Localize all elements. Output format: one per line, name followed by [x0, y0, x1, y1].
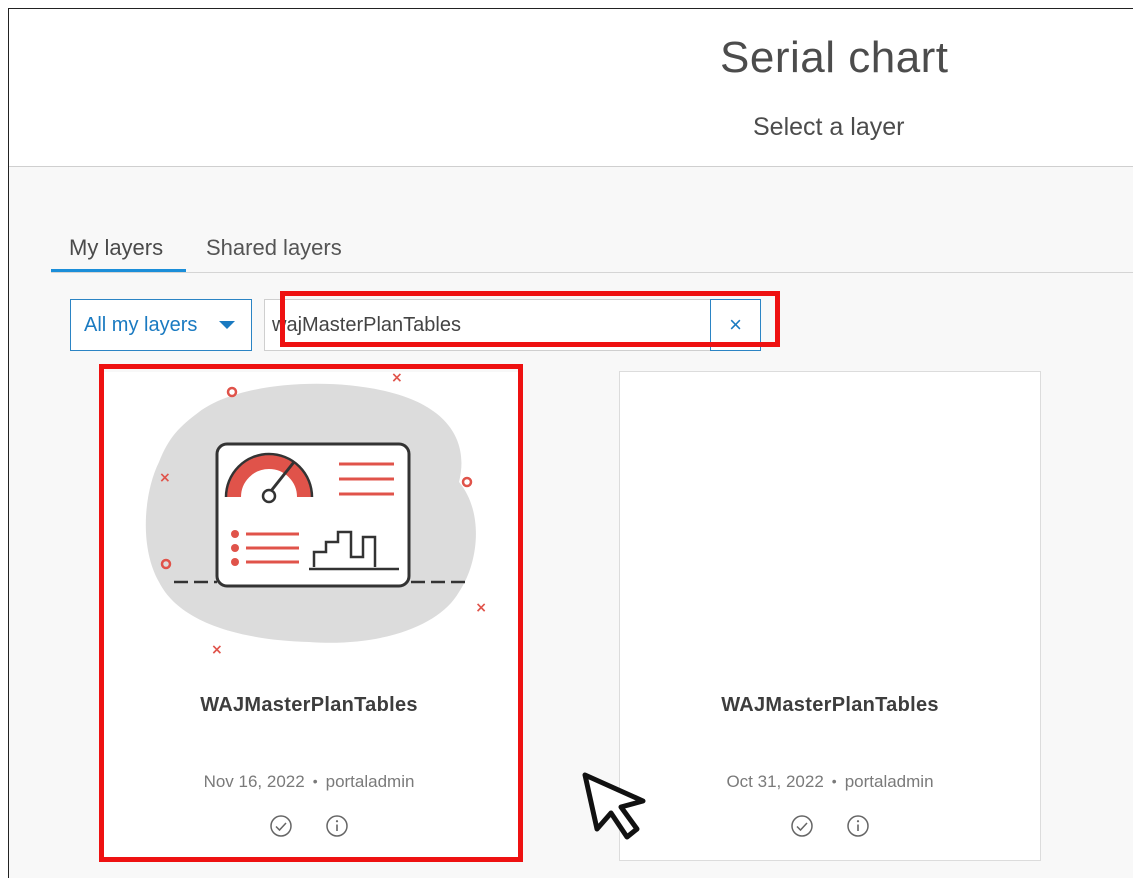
app-window: Serial chart Select a layer My layers Sh…	[8, 8, 1133, 878]
dropdown-label: All my layers	[84, 314, 198, 336]
mouse-pointer-icon	[582, 772, 646, 840]
svg-text:×: ×	[475, 600, 487, 616]
card-actions	[99, 814, 519, 843]
card-meta: Nov 16, 2022 • portaladmin	[99, 772, 519, 792]
check-circle-icon[interactable]	[790, 814, 814, 843]
page-title: Serial chart	[720, 33, 949, 82]
layer-scope-dropdown[interactable]: All my layers	[70, 299, 252, 351]
card-date: Oct 31, 2022	[726, 772, 824, 791]
dashboard-illustration-icon: × × × ×	[145, 372, 487, 657]
card-date: Nov 16, 2022	[203, 772, 305, 791]
layer-card-2[interactable]: WAJMasterPlanTables Oct 31, 2022 • portala…	[619, 371, 1041, 861]
svg-text:×: ×	[391, 372, 403, 386]
info-icon[interactable]	[846, 814, 870, 843]
layer-selection-panel: My layers Shared layers All my layers wa…	[9, 167, 1133, 878]
clear-search-button[interactable]: ×	[710, 299, 761, 351]
card-owner: portaladmin	[325, 772, 415, 791]
card-owner: portaladmin	[844, 772, 934, 791]
card-title: WAJMasterPlanTables	[200, 694, 418, 716]
page-subtitle: Select a layer	[753, 113, 905, 141]
layer-tabs: My layers Shared layers	[51, 227, 1133, 273]
search-input[interactable]: wajMasterPlanTables	[264, 299, 710, 351]
card-meta: Oct 31, 2022 • portaladmin	[620, 772, 1040, 792]
svg-text:×: ×	[211, 642, 223, 657]
card-title: WAJMasterPlanTables	[721, 694, 939, 716]
tab-my-layers[interactable]: My layers	[51, 227, 186, 272]
info-icon[interactable]	[325, 814, 349, 843]
separator-dot: •	[312, 773, 318, 789]
dialog-header: Serial chart Select a layer	[9, 9, 1133, 167]
separator-dot: •	[831, 773, 837, 789]
caret-down-icon	[219, 321, 235, 329]
svg-text:×: ×	[159, 470, 171, 486]
card-actions	[620, 814, 1040, 843]
tab-shared-layers[interactable]: Shared layers	[188, 227, 360, 272]
check-circle-icon[interactable]	[269, 814, 293, 843]
layer-card-1[interactable]: × × × × WAJMasterPlanTables Nov 16, 2022…	[99, 372, 519, 862]
